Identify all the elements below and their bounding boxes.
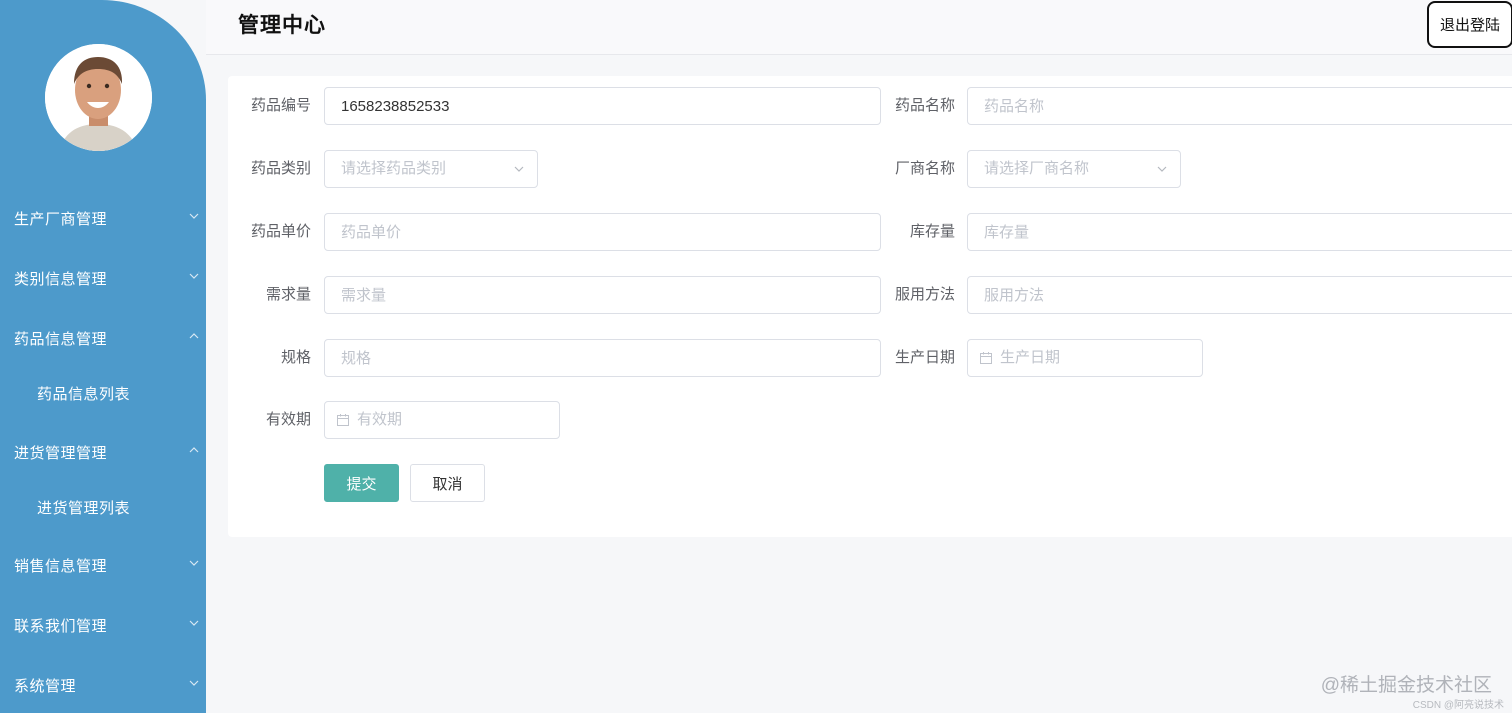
menu-sales[interactable]: 销售信息管理 [0, 545, 206, 585]
menu-label: 系统管理 [14, 677, 77, 695]
chevron-down-icon [189, 213, 199, 219]
menu-label: 类别信息管理 [14, 270, 108, 288]
production-date-label: 生产日期 [894, 349, 955, 366]
menu-label: 销售信息管理 [14, 557, 108, 575]
menu-label: 联系我们管理 [14, 617, 108, 635]
menu-purchase[interactable]: 进货管理管理 [0, 432, 206, 472]
expiry-label: 有效期 [265, 411, 311, 428]
sidebar: 生产厂商管理 类别信息管理 药品信息管理 药品信息列表 进货管理管理 进货管理列… [0, 0, 206, 713]
manufacturer-label: 厂商名称 [894, 160, 955, 177]
usage-label: 服用方法 [894, 286, 955, 303]
usage-input[interactable] [967, 276, 1512, 314]
stock-input[interactable] [967, 213, 1512, 251]
unit-price-label: 药品单价 [250, 223, 311, 240]
demand-label: 需求量 [265, 286, 311, 303]
watermark: @稀土掘金技术社区 [1320, 675, 1492, 696]
chevron-down-icon [514, 166, 524, 172]
drug-form: 药品编号 药品名称 药品类别 请选择药品类别 厂商名称 请选择厂商名称 药品单价… [228, 76, 1512, 537]
logout-button[interactable]: 退出登陆 [1427, 1, 1512, 48]
watermark-sub: CSDN @阿亮说技术 [1412, 700, 1504, 711]
stock-label: 库存量 [909, 223, 955, 240]
production-date-picker[interactable]: 生产日期 [967, 339, 1203, 377]
demand-input[interactable] [324, 276, 881, 314]
menu-label: 进货管理管理 [14, 444, 108, 462]
menu-purchase-list[interactable]: 进货管理列表 [0, 487, 206, 527]
chevron-down-icon [189, 680, 199, 686]
calendar-icon [337, 414, 349, 426]
menu-category[interactable]: 类别信息管理 [0, 258, 206, 298]
menu-drug-list[interactable]: 药品信息列表 [0, 373, 206, 413]
drug-category-placeholder: 请选择药品类别 [341, 160, 447, 177]
chevron-down-icon [189, 273, 199, 279]
chevron-down-icon [189, 560, 199, 566]
menu-label: 生产厂商管理 [14, 210, 108, 228]
calendar-icon [980, 352, 992, 364]
expiry-date-picker[interactable]: 有效期 [324, 401, 560, 439]
top-header: 管理中心 退出登陆 [206, 0, 1512, 55]
drug-category-select[interactable]: 请选择药品类别 [324, 150, 538, 188]
manufacturer-select[interactable]: 请选择厂商名称 [967, 150, 1181, 188]
menu-label: 药品信息管理 [14, 330, 108, 348]
avatar[interactable] [45, 44, 152, 151]
unit-price-input[interactable] [324, 213, 881, 251]
menu-label: 进货管理列表 [37, 499, 131, 517]
chevron-down-icon [189, 620, 199, 626]
avatar-image [45, 44, 152, 151]
page-title: 管理中心 [238, 14, 326, 37]
menu-contact[interactable]: 联系我们管理 [0, 605, 206, 645]
drug-category-label: 药品类别 [250, 160, 311, 177]
cancel-button[interactable]: 取消 [410, 464, 485, 502]
menu-manufacturer[interactable]: 生产厂商管理 [0, 198, 206, 238]
menu-system[interactable]: 系统管理 [0, 665, 206, 705]
chevron-down-icon [1157, 166, 1167, 172]
menu-drug-info[interactable]: 药品信息管理 [0, 318, 206, 358]
manufacturer-placeholder: 请选择厂商名称 [984, 160, 1090, 177]
drug-name-input[interactable] [967, 87, 1512, 125]
spec-input[interactable] [324, 339, 881, 377]
chevron-up-icon [189, 333, 199, 339]
menu-label: 药品信息列表 [37, 385, 131, 403]
drug-name-label: 药品名称 [894, 97, 955, 114]
spec-label: 规格 [280, 349, 311, 366]
drug-code-input[interactable] [324, 87, 881, 125]
expiry-placeholder: 有效期 [357, 411, 403, 428]
chevron-up-icon [189, 447, 199, 453]
drug-code-label: 药品编号 [250, 97, 311, 114]
submit-button[interactable]: 提交 [324, 464, 399, 502]
production-date-placeholder: 生产日期 [1000, 349, 1061, 366]
